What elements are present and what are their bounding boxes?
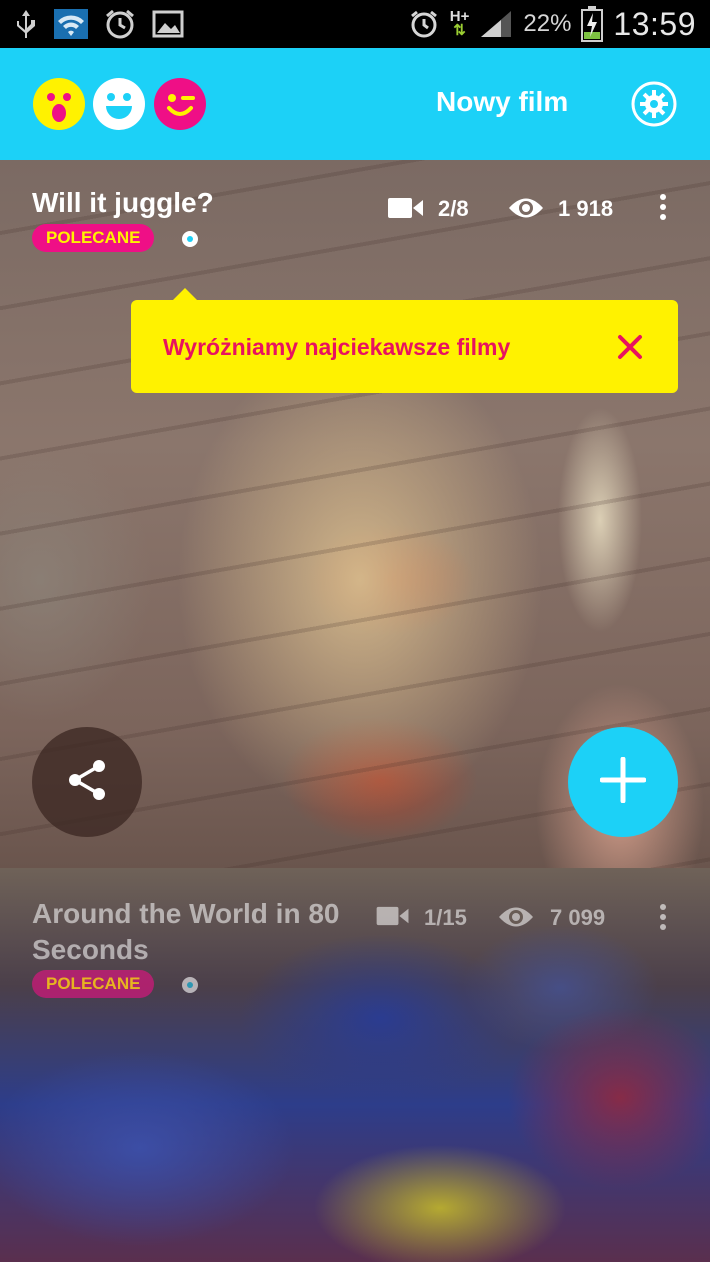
view-count: 7 099	[550, 905, 606, 930]
status-dot-icon	[182, 977, 198, 993]
surprised-face-icon[interactable]	[33, 78, 85, 130]
video-camera-icon	[388, 197, 424, 224]
settings-gear-icon[interactable]	[630, 80, 678, 128]
tooltip-text: Wyróżniamy najciekawsze filmy	[163, 334, 511, 360]
add-clip-button[interactable]	[568, 727, 678, 837]
more-options-icon[interactable]	[659, 194, 667, 222]
alarm-clock-icon	[408, 8, 440, 40]
video-card[interactable]: Will it juggle? POLECANE 2/8 1 918 Wyróż…	[0, 160, 710, 868]
view-count: 1 918	[558, 196, 614, 221]
views-eye-icon	[508, 195, 544, 226]
featured-tooltip: Wyróżniamy najciekawsze filmy	[131, 288, 678, 393]
status-bar: H+ ⇅ 22% 13:59	[0, 0, 710, 48]
more-options-icon[interactable]	[659, 904, 667, 932]
share-button[interactable]	[32, 727, 142, 837]
featured-badge: POLECANE	[32, 970, 155, 998]
plus-icon	[599, 756, 647, 808]
views-eye-icon	[498, 904, 534, 935]
status-dot-icon	[182, 231, 198, 247]
signal-icon	[479, 9, 513, 39]
battery-charging-icon	[581, 6, 604, 42]
happy-face-icon[interactable]	[93, 78, 145, 130]
video-card[interactable]: Around the World in 80 Seconds POLECANE …	[0, 868, 710, 1262]
close-icon[interactable]	[617, 334, 643, 360]
status-bar-right: H+ ⇅ 22% 13:59	[408, 4, 696, 44]
featured-badge: POLECANE	[32, 224, 155, 252]
status-bar-left	[14, 6, 184, 42]
data-arrows-icon: ⇅	[453, 22, 466, 39]
usb-icon	[14, 8, 38, 40]
gallery-icon	[152, 10, 184, 38]
wifi-icon	[54, 9, 88, 39]
battery-percent: 22%	[523, 10, 572, 37]
share-icon	[67, 759, 107, 806]
video-title[interactable]: Will it juggle?	[32, 187, 214, 219]
video-camera-icon	[376, 906, 410, 931]
clock: 13:59	[613, 5, 696, 42]
alarm-icon	[104, 8, 136, 40]
new-film-button[interactable]: Nowy film	[436, 86, 568, 118]
clip-count: 1/15	[424, 905, 467, 930]
clip-count: 2/8	[438, 196, 469, 221]
wink-face-icon[interactable]	[154, 78, 206, 130]
app-bar: Nowy film	[0, 48, 710, 160]
video-title[interactable]: Around the World in 80 Seconds	[32, 896, 352, 968]
network-type-indicator: H+ ⇅	[450, 9, 470, 39]
